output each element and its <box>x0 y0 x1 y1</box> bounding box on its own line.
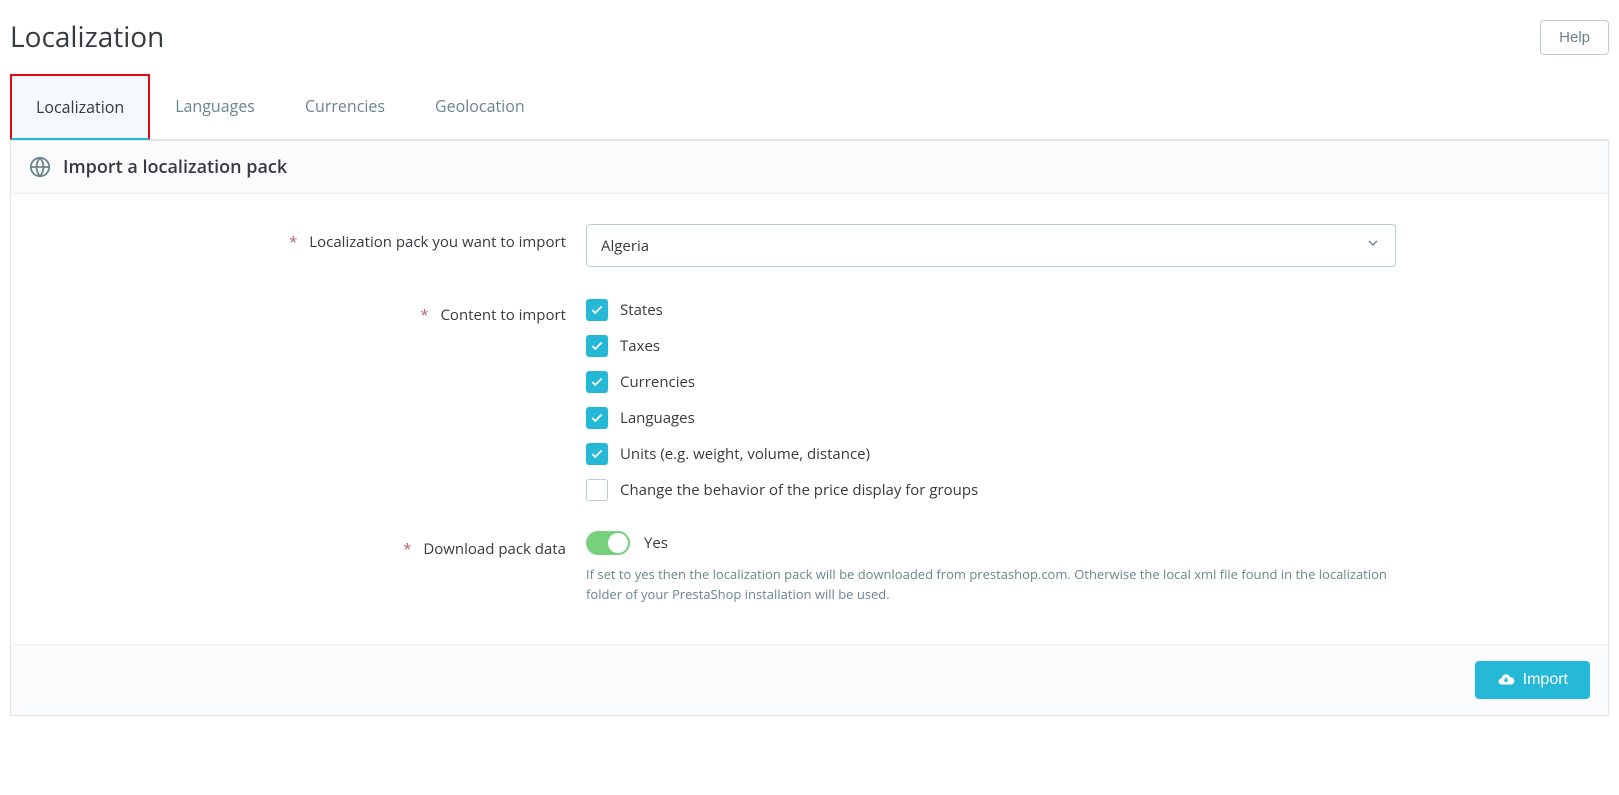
checkbox-taxes[interactable]: Taxes <box>586 335 1396 357</box>
content-checkbox-list: States Taxes Currencies <box>586 297 1396 501</box>
tab-languages[interactable]: Languages <box>150 74 280 139</box>
download-toggle[interactable] <box>586 531 630 555</box>
checkbox-box <box>586 299 608 321</box>
checkbox-label: Taxes <box>620 336 660 356</box>
checkbox-label: Change the behavior of the price display… <box>620 480 978 500</box>
import-button[interactable]: Import <box>1475 661 1590 699</box>
tabs-bar: Localization Languages Currencies Geoloc… <box>10 74 1609 140</box>
checkbox-box <box>586 335 608 357</box>
globe-icon <box>29 156 51 178</box>
checkbox-currencies[interactable]: Currencies <box>586 371 1396 393</box>
required-marker: * <box>420 305 428 325</box>
toggle-knob <box>608 533 628 553</box>
help-button[interactable]: Help <box>1540 20 1609 55</box>
checkbox-label: States <box>620 300 663 320</box>
select-value: Algeria <box>601 236 649 256</box>
checkbox-box <box>586 479 608 501</box>
import-panel: Import a localization pack * Localizatio… <box>10 140 1609 716</box>
tab-currencies[interactable]: Currencies <box>280 74 410 139</box>
cloud-download-icon <box>1497 671 1515 689</box>
checkbox-label: Languages <box>620 408 695 428</box>
checkbox-label: Currencies <box>620 372 695 392</box>
download-label: * Download pack data <box>31 531 586 559</box>
content-label: * Content to import <box>31 297 586 325</box>
panel-footer: Import <box>11 644 1608 715</box>
content-label-text: Content to import <box>440 305 566 325</box>
checkbox-units[interactable]: Units (e.g. weight, volume, distance) <box>586 443 1396 465</box>
required-marker: * <box>289 232 297 252</box>
panel-title: Import a localization pack <box>63 155 287 179</box>
checkbox-box <box>586 371 608 393</box>
localization-pack-select[interactable]: Algeria <box>586 224 1396 267</box>
pack-label-text: Localization pack you want to import <box>309 232 566 252</box>
required-marker: * <box>403 539 411 559</box>
download-label-text: Download pack data <box>423 539 566 559</box>
pack-label: * Localization pack you want to import <box>31 224 586 252</box>
checkbox-price-display[interactable]: Change the behavior of the price display… <box>586 479 1396 501</box>
import-button-label: Import <box>1523 671 1568 689</box>
checkbox-states[interactable]: States <box>586 299 1396 321</box>
download-help-text: If set to yes then the localization pack… <box>586 565 1396 604</box>
tab-geolocation[interactable]: Geolocation <box>410 74 550 139</box>
checkbox-box <box>586 407 608 429</box>
tab-localization[interactable]: Localization <box>10 74 150 140</box>
checkbox-box <box>586 443 608 465</box>
checkbox-label: Units (e.g. weight, volume, distance) <box>620 444 870 464</box>
checkbox-languages[interactable]: Languages <box>586 407 1396 429</box>
chevron-down-icon <box>1365 235 1381 256</box>
page-title: Localization <box>10 18 164 56</box>
toggle-value-label: Yes <box>644 533 668 553</box>
panel-header: Import a localization pack <box>11 141 1608 194</box>
